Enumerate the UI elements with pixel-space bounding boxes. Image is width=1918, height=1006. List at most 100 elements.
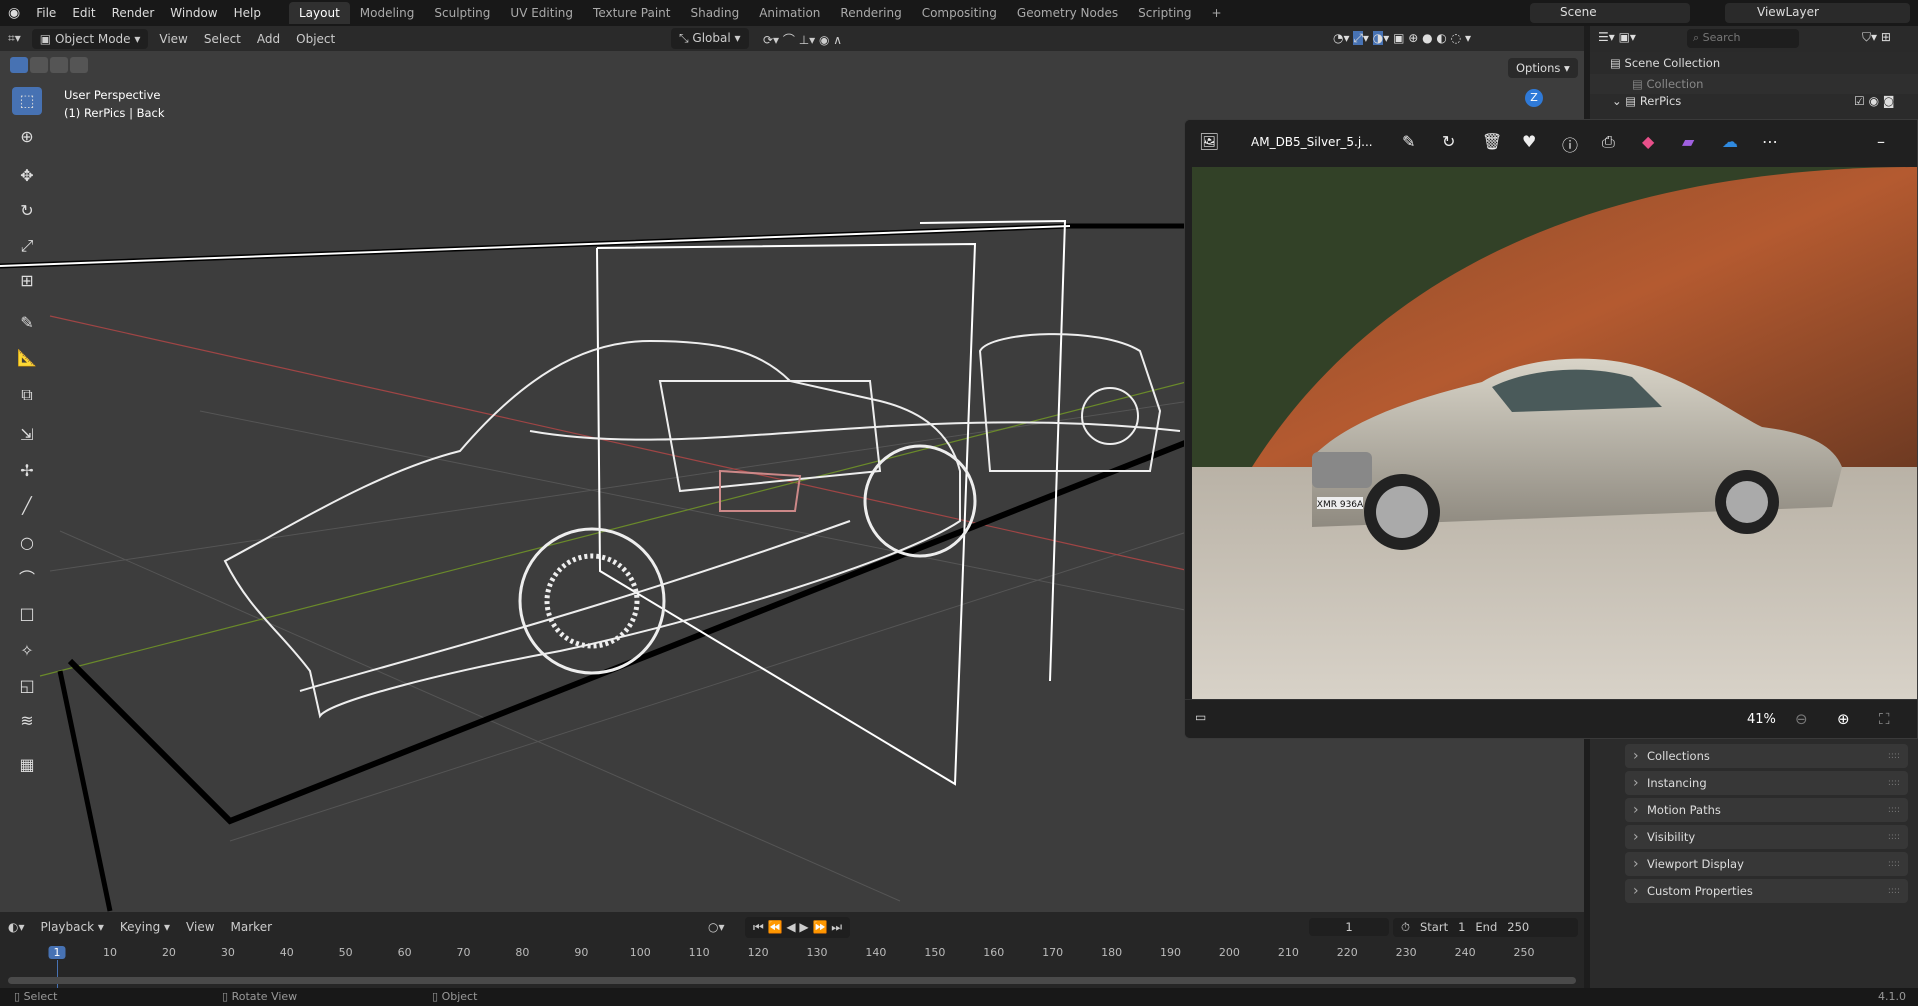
tab-animation[interactable]: Animation xyxy=(749,2,830,24)
bend-tool-icon[interactable]: ≋ xyxy=(12,707,42,735)
knife-tool-icon[interactable]: ╱ xyxy=(12,492,42,520)
menu-object[interactable]: Object xyxy=(288,30,343,48)
navigation-gizmo-z[interactable]: Z xyxy=(1525,89,1543,107)
playhead[interactable]: 1 xyxy=(48,946,66,959)
rip-tool-icon[interactable]: ✧ xyxy=(12,637,42,665)
filter-icon[interactable]: ⛉▾ ⊞ xyxy=(1862,30,1891,45)
menu-render[interactable]: Render xyxy=(104,6,163,20)
drag-grip-icon[interactable]: :::: xyxy=(1888,771,1900,795)
move-tool-icon[interactable]: ✥ xyxy=(12,162,42,190)
license-plate: XMR 936A xyxy=(1317,500,1364,510)
favorite-heart-icon[interactable]: ♥ xyxy=(1522,132,1536,151)
options-dropdown[interactable]: Options ▾ xyxy=(1508,58,1578,78)
timeline-scrollbar[interactable] xyxy=(8,977,1576,984)
tab-sculpting[interactable]: Sculpting xyxy=(424,2,500,24)
panel-collections[interactable]: Collections:::: xyxy=(1625,744,1908,768)
tab-shading[interactable]: Shading xyxy=(680,2,749,24)
menu-add[interactable]: Add xyxy=(249,30,288,48)
scale-tool-icon[interactable]: ⤢ xyxy=(12,232,42,260)
filmstrip-icon[interactable]: ▭ xyxy=(1195,710,1206,724)
edit-image-icon[interactable]: ✎ xyxy=(1402,132,1415,151)
frame-tick-label: 160 xyxy=(983,946,1005,959)
more-options-icon[interactable]: ⋯ xyxy=(1762,132,1778,151)
frame-tick-label: 10 xyxy=(103,946,118,959)
annotate-tool-icon[interactable]: ✎ xyxy=(12,309,42,337)
inset-tool-icon[interactable]: ✢ xyxy=(12,457,42,485)
display-mode-icon[interactable]: ☰▾ ▣▾ xyxy=(1598,30,1636,44)
frame-tick-label: 70 xyxy=(456,946,471,959)
select-new-icon[interactable] xyxy=(10,56,28,73)
panel-motion-paths[interactable]: Motion Paths:::: xyxy=(1625,798,1908,822)
clipchamp-icon[interactable]: ▰ xyxy=(1682,132,1694,151)
rotate-icon[interactable]: ↻ xyxy=(1442,132,1455,151)
panel-label: Visibility xyxy=(1647,830,1696,844)
menu-edit[interactable]: Edit xyxy=(64,6,103,20)
selection-mode-buttons[interactable] xyxy=(10,51,100,78)
print-icon[interactable]: ⎙ xyxy=(1602,132,1615,152)
measure-tool-icon[interactable]: 📐 xyxy=(12,344,42,372)
outliner-item-collection[interactable]: ▤ Collection xyxy=(1590,74,1918,94)
tab-compositing[interactable]: Compositing xyxy=(912,2,1007,24)
smooth-tool-icon[interactable]: ⌒ xyxy=(12,565,42,593)
shrink-tool-icon[interactable]: ◱ xyxy=(12,672,42,700)
frame-tick-label: 230 xyxy=(1395,946,1417,959)
zoom-out-icon[interactable]: ⊖ xyxy=(1795,710,1808,728)
frame-tick-label: 220 xyxy=(1336,946,1358,959)
scene-collection-row[interactable]: ▤ Scene Collection xyxy=(1610,56,1720,70)
tab-texture-paint[interactable]: Texture Paint xyxy=(583,2,680,24)
panel-visibility[interactable]: Visibility:::: xyxy=(1625,825,1908,849)
viewport-shading-icons[interactable]: ◔▾ ⤢▾ ◑▾ ▣ ⊕ ● ◐ ◌ ▾ xyxy=(1325,29,1479,48)
status-bar: ▯ Select ▯ Rotate View ▯ Object 4.1.0 xyxy=(0,988,1918,1006)
onedrive-icon[interactable]: ☁ xyxy=(1722,132,1738,151)
select-extend-icon[interactable] xyxy=(30,56,48,73)
drag-grip-icon[interactable]: :::: xyxy=(1888,879,1900,903)
tab-scripting[interactable]: Scripting xyxy=(1128,2,1201,24)
panel-instancing[interactable]: Instancing:::: xyxy=(1625,771,1908,795)
grid-tool-icon[interactable]: ▦ xyxy=(12,751,42,779)
spin-tool-icon[interactable]: ○ xyxy=(12,529,42,557)
add-workspace-icon[interactable]: + xyxy=(1202,2,1232,24)
outliner-search-input[interactable]: ⌕ Search xyxy=(1687,29,1799,48)
collection-label: Collection xyxy=(1646,77,1704,91)
select-box-tool-icon[interactable]: ⬚ xyxy=(12,87,42,115)
pivot-icon[interactable]: ⟳▾ ⌒ ⊥▾ ◉ ∧ xyxy=(755,29,850,50)
extrude-tool-icon[interactable]: ⇲ xyxy=(12,421,42,449)
add-cube-tool-icon[interactable]: ⧉ xyxy=(12,381,42,409)
tab-layout[interactable]: Layout xyxy=(288,2,350,24)
tab-modeling[interactable]: Modeling xyxy=(350,2,425,24)
mode-selector[interactable]: ▣ Object Mode ▾ xyxy=(31,28,149,49)
shear-tool-icon[interactable]: □ xyxy=(12,600,42,628)
select-subtract-icon[interactable] xyxy=(50,56,68,73)
minimize-icon[interactable]: – xyxy=(1877,132,1885,151)
select-invert-icon[interactable] xyxy=(70,56,88,73)
zoom-in-icon[interactable]: ⊕ xyxy=(1837,710,1850,728)
transform-tool-icon[interactable]: ⊞ xyxy=(12,267,42,295)
tab-geometry-nodes[interactable]: Geometry Nodes xyxy=(1007,2,1128,24)
scene-selector[interactable]: Scene xyxy=(1530,3,1690,23)
rotate-tool-icon[interactable]: ↻ xyxy=(12,197,42,225)
menu-view[interactable]: View xyxy=(151,30,195,48)
panel-viewport-display[interactable]: Viewport Display:::: xyxy=(1625,852,1908,876)
panel-custom-properties[interactable]: Custom Properties:::: xyxy=(1625,879,1908,903)
drag-grip-icon[interactable]: :::: xyxy=(1888,825,1900,849)
copilot-icon[interactable]: ◆ xyxy=(1642,132,1654,151)
cursor-tool-icon[interactable]: ⊕ xyxy=(12,123,42,151)
view-layer-selector[interactable]: ViewLayer xyxy=(1725,3,1910,23)
drag-grip-icon[interactable]: :::: xyxy=(1888,744,1900,768)
tab-rendering[interactable]: Rendering xyxy=(830,2,911,24)
visibility-toggles-icon[interactable]: ☑ ◉ ◙ xyxy=(1854,94,1895,108)
delete-icon[interactable]: 🗑 xyxy=(1482,132,1502,151)
fit-to-window-icon[interactable]: ⛶ xyxy=(1879,710,1890,728)
menu-file[interactable]: File xyxy=(28,6,64,20)
menu-help[interactable]: Help xyxy=(226,6,269,20)
menu-window[interactable]: Window xyxy=(162,6,225,20)
transform-orientation[interactable]: ⤡ Global ▾ xyxy=(671,28,749,49)
drag-grip-icon[interactable]: :::: xyxy=(1888,798,1900,822)
blender-logo-icon[interactable]: ◉ xyxy=(0,5,28,21)
info-icon[interactable]: ⓘ xyxy=(1562,132,1578,156)
menu-select[interactable]: Select xyxy=(196,30,249,48)
outliner-item-rerpics[interactable]: ⌄ ▤ RerPics xyxy=(1612,94,1681,108)
editor-type-icon[interactable]: ⌗▾ xyxy=(0,29,29,48)
drag-grip-icon[interactable]: :::: xyxy=(1888,852,1900,876)
tab-uv-editing[interactable]: UV Editing xyxy=(500,2,583,24)
